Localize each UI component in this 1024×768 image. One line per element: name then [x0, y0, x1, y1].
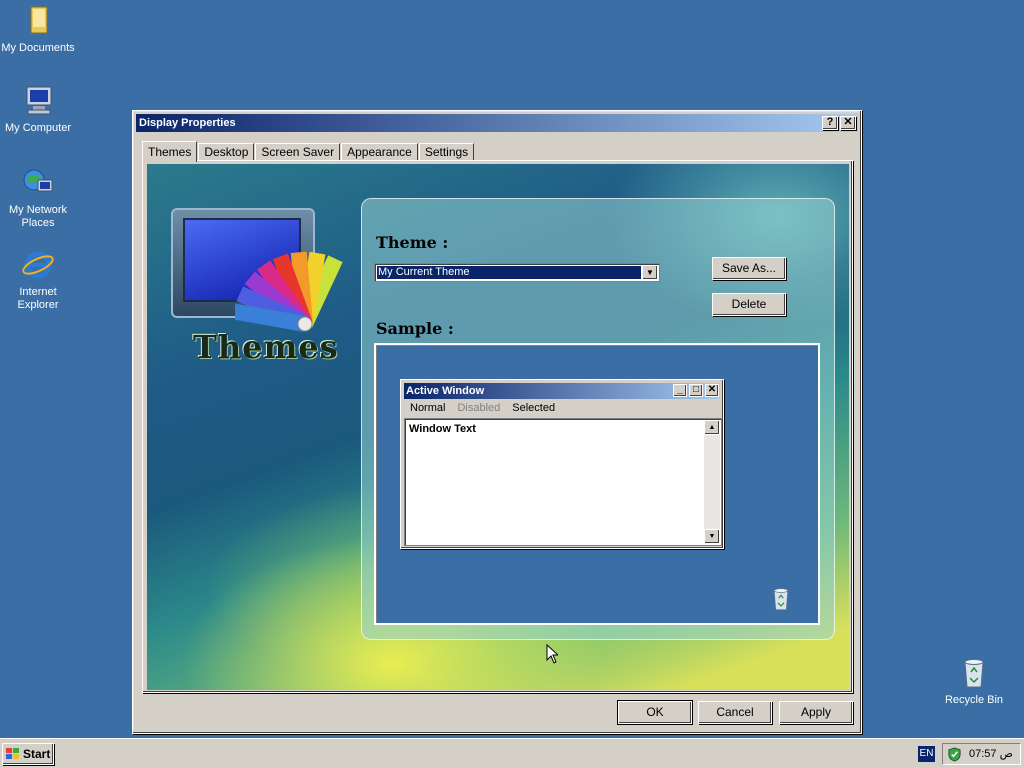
tab-screen-saver[interactable]: Screen Saver — [255, 143, 341, 161]
minimize-icon: _ — [673, 384, 687, 397]
sample-heading: Sample : — [376, 319, 454, 338]
sample-menu-bar: Normal Disabled Selected — [404, 400, 561, 416]
theme-select[interactable]: My Current Theme ▼ — [374, 263, 660, 282]
scroll-down-icon: ▼ — [704, 529, 720, 544]
apply-button[interactable]: Apply — [779, 701, 853, 724]
recycle-bin-icon — [773, 588, 789, 611]
tab-strip: Themes Desktop Screen Saver Appearance S… — [142, 141, 475, 162]
theme-select-value: My Current Theme — [377, 266, 641, 279]
chevron-down-icon[interactable]: ▼ — [642, 265, 658, 280]
system-tray: 07:57 ص — [942, 743, 1021, 765]
desktop-icon-recycle-bin[interactable]: Recycle Bin — [934, 656, 1014, 707]
theme-heading: Theme : — [376, 233, 449, 252]
window-titlebar[interactable]: Display Properties ? ✕ — [136, 114, 858, 132]
window-title: Display Properties — [139, 117, 236, 129]
desktop-icon-label: Internet Explorer — [17, 286, 59, 311]
sample-window-title: Active Window — [406, 385, 485, 397]
desktop-icon-label: My Documents — [1, 42, 75, 54]
folder-icon — [30, 6, 48, 34]
windows-flag-icon — [6, 748, 19, 759]
scroll-up-icon: ▲ — [704, 420, 720, 435]
close-icon: ✕ — [705, 384, 719, 397]
desktop-icon-internet-explorer[interactable]: Internet Explorer — [0, 248, 78, 312]
cancel-button[interactable]: Cancel — [698, 701, 772, 724]
mouse-cursor-icon — [546, 644, 558, 664]
desktop-icon-label: My Network Places — [8, 204, 68, 229]
desktop-icon-label: My Computer — [4, 122, 72, 134]
sample-scrollbar: ▲ ▼ — [704, 420, 720, 544]
start-button[interactable]: Start — [2, 743, 54, 765]
display-properties-window: Display Properties ? ✕ Themes Desktop Sc… — [132, 110, 862, 734]
tab-desktop[interactable]: Desktop — [198, 143, 255, 161]
themes-tab-panel: Themes Theme : My Current Theme ▼ Save A… — [142, 160, 853, 693]
sample-menu-normal: Normal — [410, 402, 446, 414]
themes-logo-text: Themes — [193, 328, 339, 366]
help-button[interactable]: ? — [822, 116, 838, 130]
sample-preview: Active Window _ □ ✕ Normal Disabled Sele… — [374, 343, 820, 625]
desktop-icon-network-places[interactable]: My Network Places — [0, 166, 78, 230]
desktop-icon-label: Recycle Bin — [944, 694, 1004, 706]
desktop-icon-my-documents[interactable]: My Documents — [0, 4, 78, 55]
ie-icon — [22, 251, 54, 279]
recycle-bin-icon — [964, 659, 984, 688]
language-indicator[interactable]: EN — [918, 746, 935, 762]
sample-window-text: Window Text — [409, 423, 476, 435]
start-label: Start — [23, 747, 51, 761]
tab-settings[interactable]: Settings — [418, 143, 475, 161]
shield-icon[interactable] — [947, 747, 962, 762]
ok-button[interactable]: OK — [617, 700, 693, 725]
theme-settings-panel: Theme : My Current Theme ▼ Save As... De… — [361, 198, 835, 640]
close-button[interactable]: ✕ — [840, 116, 856, 130]
computer-icon — [26, 86, 52, 115]
sample-active-window: Active Window _ □ ✕ Normal Disabled Sele… — [400, 379, 724, 549]
sample-window-titlebar: Active Window _ □ ✕ — [404, 383, 720, 399]
save-as-button[interactable]: Save As... — [712, 257, 786, 280]
maximize-icon: □ — [689, 384, 703, 397]
taskbar: Start EN 07:57 ص — [0, 738, 1024, 768]
desktop-icon-my-computer[interactable]: My Computer — [0, 84, 78, 135]
themes-background-art: Themes Theme : My Current Theme ▼ Save A… — [147, 164, 849, 690]
tab-appearance[interactable]: Appearance — [341, 143, 418, 161]
clock[interactable]: 07:57 ص — [969, 747, 1013, 760]
sample-menu-disabled: Disabled — [457, 402, 501, 414]
delete-button[interactable]: Delete — [712, 293, 786, 316]
sample-menu-selected: Selected — [512, 402, 556, 414]
sample-text-area: Window Text ▲ ▼ — [404, 418, 722, 546]
tab-themes[interactable]: Themes — [142, 141, 198, 162]
network-icon — [23, 169, 53, 192]
